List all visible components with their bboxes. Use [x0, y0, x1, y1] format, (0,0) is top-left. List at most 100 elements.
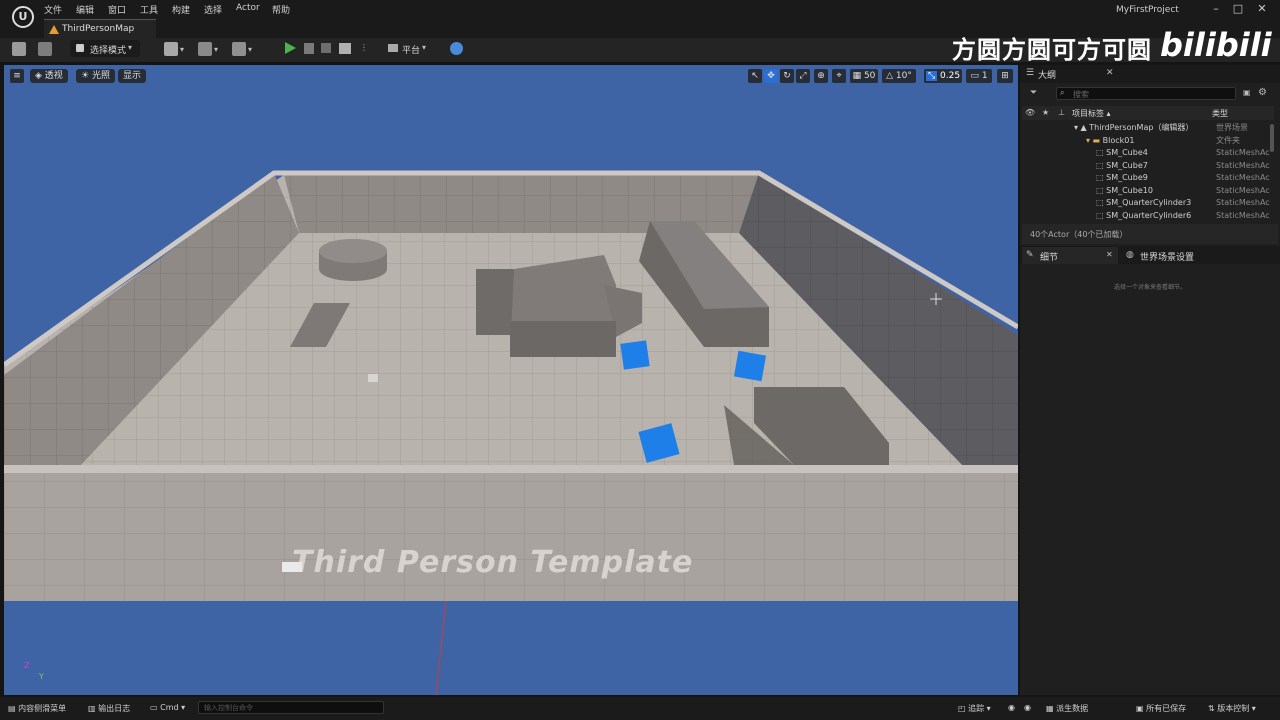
select-mode-dropdown[interactable]: 选择模式 ▾ [70, 40, 140, 57]
row-name-text: SM_Cube4 [1106, 148, 1148, 157]
output-log-button[interactable]: ▥ 输出日志 [88, 703, 130, 714]
row-name-text: ThirdPersonMap（编辑器） [1089, 123, 1194, 132]
gear-icon[interactable]: ⚙ [1258, 87, 1267, 98]
row-type: StaticMeshAc [1216, 186, 1270, 195]
eject-icon[interactable] [339, 43, 351, 54]
move-tool-icon[interactable]: ✥ [764, 69, 778, 83]
filter-icon[interactable]: ⏷ [1030, 88, 1037, 98]
outliner-title: 大纲 [1038, 71, 1057, 81]
outliner-row[interactable]: ⬚ SM_Cube7 StaticMeshAc [1022, 160, 1274, 172]
perspective-button[interactable]: ◈ 透视 [30, 69, 68, 83]
derived-data-button[interactable]: ▦ 派生数据 [1046, 703, 1088, 714]
tab-world-settings[interactable]: ◍ 世界场景设置 [1124, 247, 1220, 264]
level-viewport[interactable]: Third Person Template Z Y [4, 65, 1018, 695]
all-saved-button[interactable]: ▣ 所有已保存 [1136, 703, 1186, 714]
grid-snap-value: 50 [863, 71, 876, 81]
menu-window[interactable]: 窗口 [108, 3, 126, 16]
surface-snap-icon[interactable]: ⌖ [832, 69, 846, 83]
search-icon: ⌕ [1060, 88, 1065, 97]
content-drawer-button[interactable]: ▤ 内容侧滑菜单 [8, 703, 66, 714]
status-icon[interactable]: ◉ [1008, 703, 1015, 712]
map-tab[interactable]: ThirdPersonMap [44, 19, 156, 39]
stop-icon[interactable] [321, 43, 331, 53]
grid-snap-button[interactable]: ▦ 50 [850, 69, 878, 83]
chevron-down-icon: ▾ [128, 43, 133, 52]
close-icon[interactable]: ✕ [1106, 68, 1114, 78]
note-icon [282, 562, 302, 572]
console-input[interactable]: 输入控制台命令 [198, 701, 384, 714]
menu-tools[interactable]: 工具 [140, 3, 158, 16]
menu-build[interactable]: 构建 [172, 3, 190, 16]
tab-details[interactable]: ✎ 细节 ✕ [1022, 247, 1118, 264]
menu-edit[interactable]: 编辑 [76, 3, 94, 16]
camera-speed-button[interactable]: ▭ 1 [966, 69, 992, 83]
select-tool-icon[interactable]: ↖ [748, 69, 762, 83]
select-mode-icon [76, 44, 84, 52]
scale-snap-button[interactable]: ⤡ 0.25 [924, 69, 962, 83]
pin-icon[interactable]: ⊥ [1058, 108, 1065, 117]
scale-tool-icon[interactable]: ⤢ [796, 69, 810, 83]
more-options-icon[interactable]: ⋮ [360, 43, 368, 52]
outliner-row[interactable]: ⬚ SM_Cube9 StaticMeshAc [1022, 172, 1274, 184]
add-folder-icon[interactable]: ▣ [1243, 88, 1251, 97]
menu-help[interactable]: 帮助 [272, 3, 290, 16]
world-space-icon[interactable]: ⊕ [814, 69, 828, 83]
row-name-text: SM_QuarterCylinder3 [1106, 198, 1192, 207]
show-button[interactable]: 显示 [118, 69, 147, 83]
select-mode-label: 选择模式 [90, 46, 127, 56]
pencil-icon: ✎ [1026, 250, 1034, 260]
globe-icon: ◍ [1126, 250, 1134, 260]
derived-data-label: 派生数据 [1056, 704, 1089, 713]
column-label[interactable]: 项目标签 ▴ [1072, 108, 1111, 119]
cinematics-icon[interactable] [232, 42, 246, 56]
scale-snap-icon: ⤡ [925, 71, 938, 81]
scale-snap-value: 0.25 [940, 71, 961, 81]
settings-globe-icon[interactable] [450, 42, 463, 55]
row-type: StaticMeshAc [1216, 148, 1270, 157]
all-saved-label: 所有已保存 [1146, 704, 1187, 713]
row-name: ⬚ SM_Cube4 [1096, 148, 1148, 157]
blueprint-icon[interactable] [198, 42, 212, 56]
add-actor-icon[interactable] [164, 42, 178, 56]
rotation-snap-button[interactable]: △ 10° [882, 69, 916, 83]
lit-button[interactable]: ☀ 光照 [76, 69, 115, 83]
outliner-row[interactable]: ▾ ▲ ThirdPersonMap（编辑器） 世界场景 [1022, 122, 1274, 134]
outliner-search-input[interactable]: 搜索 [1056, 87, 1236, 100]
source-control-button[interactable]: ⇅ 版本控制 ▾ [1208, 703, 1256, 714]
favorite-icon[interactable]: ★ [1042, 108, 1049, 117]
row-type: StaticMeshAc [1216, 211, 1270, 220]
content-browser-icon[interactable] [38, 42, 52, 56]
save-icon[interactable] [12, 42, 26, 56]
outliner-row[interactable]: ⬚ SM_QuarterCylinder3 StaticMeshAc [1022, 197, 1274, 209]
trace-button[interactable]: ◰ 追踪 ▾ [958, 703, 991, 714]
outliner-row[interactable]: ⬚ SM_Cube4 StaticMeshAc [1022, 147, 1274, 159]
visibility-icon[interactable]: 👁 [1025, 108, 1035, 117]
play-step-icon[interactable] [304, 43, 314, 54]
row-name: ⬚ SM_QuarterCylinder6 [1096, 211, 1192, 220]
menu-file[interactable]: 文件 [44, 3, 62, 16]
viewport-menu-icon[interactable]: ≡ [10, 69, 24, 83]
column-type[interactable]: 类型 [1212, 108, 1228, 119]
outliner-row[interactable]: ⬚ SM_QuarterCylinder6 StaticMeshAc [1022, 210, 1274, 222]
cmd-dropdown[interactable]: ▭ Cmd ▾ [150, 703, 185, 712]
outliner-scrollbar[interactable] [1270, 124, 1274, 152]
menu-select[interactable]: 选择 [204, 3, 222, 16]
minimize-button[interactable]: – [1206, 2, 1226, 16]
close-window-button[interactable]: ✕ [1252, 2, 1272, 16]
play-button[interactable] [285, 42, 296, 54]
status-icon[interactable]: ◉ [1024, 703, 1031, 712]
menu-actor[interactable]: Actor [236, 3, 260, 13]
viewport-layout-icon[interactable]: ⊞ [997, 69, 1013, 83]
unreal-logo-icon[interactable]: U [12, 6, 34, 28]
platform-dropdown[interactable]: 平台 ▾ [386, 40, 432, 57]
rotate-tool-icon[interactable]: ↻ [780, 69, 794, 83]
perspective-label: 透视 [44, 71, 63, 81]
close-icon[interactable]: ✕ [1106, 250, 1113, 259]
outliner-row[interactable]: ▾ ▬ Block01 文件夹 [1022, 135, 1274, 147]
row-type: StaticMeshAc [1216, 161, 1270, 170]
output-log-label: 输出日志 [98, 704, 131, 713]
maximize-button[interactable]: □ [1228, 2, 1248, 16]
lit-label: 光照 [91, 71, 110, 81]
world-settings-label: 世界场景设置 [1140, 253, 1195, 263]
outliner-row[interactable]: ⬚ SM_Cube10 StaticMeshAc [1022, 185, 1274, 197]
